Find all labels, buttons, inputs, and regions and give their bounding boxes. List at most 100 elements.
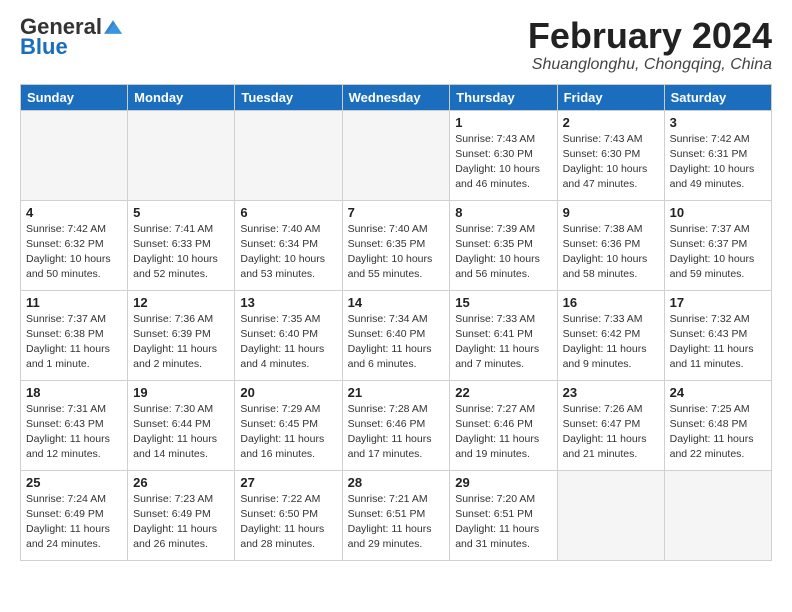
- calendar-cell: 22 Sunrise: 7:27 AMSunset: 6:46 PMDayligh…: [450, 380, 557, 470]
- day-number: 28: [348, 475, 445, 490]
- calendar-cell: 1Sunrise: 7:43 AMSunset: 6:30 PMDaylight…: [450, 110, 557, 200]
- day-number: 2: [563, 115, 659, 130]
- calendar-cell: [21, 110, 128, 200]
- calendar-week: 1 Sunrise: 7:43 AMSunset: 6:30 PMDaylight…: [21, 110, 772, 200]
- calendar-cell: 29 Sunrise: 7:20 AMSunset: 6:51 PMDayligh…: [450, 470, 557, 560]
- day-info: Sunrise: 7:30 AMSunset: 6:44 PMDaylight:…: [133, 402, 229, 463]
- day-number: 24: [670, 385, 766, 400]
- calendar-cell: [342, 110, 450, 200]
- day-info: Sunrise: 7:43 AMSunset: 6:30 PMDaylight:…: [563, 132, 659, 193]
- day-info: Sunrise: 7:25 AMSunset: 6:48 PMDaylight:…: [670, 402, 766, 463]
- calendar-cell: 18 Sunrise: 7:31 AMSunset: 6:43 PMDayligh…: [21, 380, 128, 470]
- calendar-cell: 23 Sunrise: 7:26 AMSunset: 6:47 PMDayligh…: [557, 380, 664, 470]
- calendar-cell: 7 Sunrise: 7:40 AMSunset: 6:35 PMDaylight…: [342, 200, 450, 290]
- day-info: Sunrise: 7:37 AMSunset: 6:37 PMDaylight:…: [670, 222, 766, 283]
- calendar-cell: [235, 110, 342, 200]
- calendar-cell: 10 Sunrise: 7:37 AMSunset: 6:37 PMDayligh…: [664, 200, 771, 290]
- day-info: Sunrise: 7:29 AMSunset: 6:45 PMDaylight:…: [240, 402, 336, 463]
- day-number: 16: [563, 295, 659, 310]
- calendar-week: 25 Sunrise: 7:24 AMSunset: 6:49 PMDayligh…: [21, 470, 772, 560]
- logo: General Blue: [20, 16, 122, 58]
- day-info: Sunrise: 7:42 AMSunset: 6:31 PMDaylight:…: [670, 132, 766, 193]
- calendar-cell: 17 Sunrise: 7:32 AMSunset: 6:43 PMDayligh…: [664, 290, 771, 380]
- day-number: 11: [26, 295, 122, 310]
- day-number: 29: [455, 475, 551, 490]
- day-info: Sunrise: 7:20 AMSunset: 6:51 PMDaylight:…: [455, 492, 551, 553]
- calendar-cell: 24 Sunrise: 7:25 AMSunset: 6:48 PMDayligh…: [664, 380, 771, 470]
- day-of-week-header: Thursday: [450, 84, 557, 110]
- day-number: 19: [133, 385, 229, 400]
- day-of-week-header: Saturday: [664, 84, 771, 110]
- day-info: Sunrise: 7:34 AMSunset: 6:40 PMDaylight:…: [348, 312, 445, 373]
- calendar-cell: 27 Sunrise: 7:22 AMSunset: 6:50 PMDayligh…: [235, 470, 342, 560]
- calendar-week: 18 Sunrise: 7:31 AMSunset: 6:43 PMDayligh…: [21, 380, 772, 470]
- day-number: 26: [133, 475, 229, 490]
- calendar-cell: [664, 470, 771, 560]
- day-of-week-header: Friday: [557, 84, 664, 110]
- calendar-cell: 26 Sunrise: 7:23 AMSunset: 6:49 PMDayligh…: [128, 470, 235, 560]
- day-number: 4: [26, 205, 122, 220]
- day-info: Sunrise: 7:35 AMSunset: 6:40 PMDaylight:…: [240, 312, 336, 373]
- day-number: 27: [240, 475, 336, 490]
- calendar-cell: 2 Sunrise: 7:43 AMSunset: 6:30 PMDaylight…: [557, 110, 664, 200]
- day-number: 1: [455, 115, 551, 130]
- calendar-cell: 12 Sunrise: 7:36 AMSunset: 6:39 PMDayligh…: [128, 290, 235, 380]
- day-number: 12: [133, 295, 229, 310]
- day-info: Sunrise: 7:24 AMSunset: 6:49 PMDaylight:…: [26, 492, 122, 553]
- day-of-week-header: Monday: [128, 84, 235, 110]
- calendar-cell: 14Sunrise: 7:34 AMSunset: 6:40 PMDayligh…: [342, 290, 450, 380]
- day-info: Sunrise: 7:40 AMSunset: 6:34 PMDaylight:…: [240, 222, 336, 283]
- header-row: SundayMondayTuesdayWednesdayThursdayFrid…: [21, 84, 772, 110]
- day-number: 13: [240, 295, 336, 310]
- day-info: Sunrise: 7:39 AMSunset: 6:35 PMDaylight:…: [455, 222, 551, 283]
- calendar-cell: 8Sunrise: 7:39 AMSunset: 6:35 PMDaylight…: [450, 200, 557, 290]
- day-number: 25: [26, 475, 122, 490]
- day-info: Sunrise: 7:36 AMSunset: 6:39 PMDaylight:…: [133, 312, 229, 373]
- day-number: 22: [455, 385, 551, 400]
- calendar-cell: 19 Sunrise: 7:30 AMSunset: 6:44 PMDayligh…: [128, 380, 235, 470]
- calendar-cell: 20 Sunrise: 7:29 AMSunset: 6:45 PMDayligh…: [235, 380, 342, 470]
- day-info: Sunrise: 7:23 AMSunset: 6:49 PMDaylight:…: [133, 492, 229, 553]
- calendar-header: SundayMondayTuesdayWednesdayThursdayFrid…: [21, 84, 772, 110]
- calendar-week: 4 Sunrise: 7:42 AMSunset: 6:32 PMDaylight…: [21, 200, 772, 290]
- day-info: Sunrise: 7:32 AMSunset: 6:43 PMDaylight:…: [670, 312, 766, 373]
- calendar-week: 11Sunrise: 7:37 AMSunset: 6:38 PMDayligh…: [21, 290, 772, 380]
- day-number: 20: [240, 385, 336, 400]
- logo-blue: Blue: [20, 36, 68, 58]
- day-info: Sunrise: 7:26 AMSunset: 6:47 PMDaylight:…: [563, 402, 659, 463]
- calendar-cell: 13 Sunrise: 7:35 AMSunset: 6:40 PMDayligh…: [235, 290, 342, 380]
- calendar-cell: 15 Sunrise: 7:33 AMSunset: 6:41 PMDayligh…: [450, 290, 557, 380]
- day-info: Sunrise: 7:22 AMSunset: 6:50 PMDaylight:…: [240, 492, 336, 553]
- day-number: 15: [455, 295, 551, 310]
- day-info: Sunrise: 7:28 AMSunset: 6:46 PMDaylight:…: [348, 402, 445, 463]
- month-title: February 2024: [528, 16, 772, 56]
- day-number: 3: [670, 115, 766, 130]
- location: Shuanglonghu, Chongqing, China: [528, 56, 772, 74]
- day-number: 9: [563, 205, 659, 220]
- day-info: Sunrise: 7:31 AMSunset: 6:43 PMDaylight:…: [26, 402, 122, 463]
- calendar-cell: [557, 470, 664, 560]
- calendar-cell: 6 Sunrise: 7:40 AMSunset: 6:34 PMDaylight…: [235, 200, 342, 290]
- day-number: 23: [563, 385, 659, 400]
- day-number: 17: [670, 295, 766, 310]
- calendar-cell: 5 Sunrise: 7:41 AMSunset: 6:33 PMDaylight…: [128, 200, 235, 290]
- title-area: February 2024 Shuanglonghu, Chongqing, C…: [528, 16, 772, 74]
- day-number: 6: [240, 205, 336, 220]
- day-of-week-header: Wednesday: [342, 84, 450, 110]
- calendar-cell: 4 Sunrise: 7:42 AMSunset: 6:32 PMDaylight…: [21, 200, 128, 290]
- day-number: 18: [26, 385, 122, 400]
- day-number: 5: [133, 205, 229, 220]
- day-number: 21: [348, 385, 445, 400]
- day-info: Sunrise: 7:33 AMSunset: 6:41 PMDaylight:…: [455, 312, 551, 373]
- day-info: Sunrise: 7:41 AMSunset: 6:33 PMDaylight:…: [133, 222, 229, 283]
- calendar-cell: 28Sunrise: 7:21 AMSunset: 6:51 PMDayligh…: [342, 470, 450, 560]
- calendar-body: 1 Sunrise: 7:43 AMSunset: 6:30 PMDaylight…: [21, 110, 772, 560]
- day-number: 7: [348, 205, 445, 220]
- day-number: 10: [670, 205, 766, 220]
- day-info: Sunrise: 7:42 AMSunset: 6:32 PMDaylight:…: [26, 222, 122, 283]
- calendar-cell: 21 Sunrise: 7:28 AMSunset: 6:46 PMDayligh…: [342, 380, 450, 470]
- day-info: Sunrise: 7:38 AMSunset: 6:36 PMDaylight:…: [563, 222, 659, 283]
- day-info: Sunrise: 7:33 AMSunset: 6:42 PMDaylight:…: [563, 312, 659, 373]
- day-info: Sunrise: 7:40 AMSunset: 6:35 PMDaylight:…: [348, 222, 445, 283]
- day-info: Sunrise: 7:27 AMSunset: 6:46 PMDaylight:…: [455, 402, 551, 463]
